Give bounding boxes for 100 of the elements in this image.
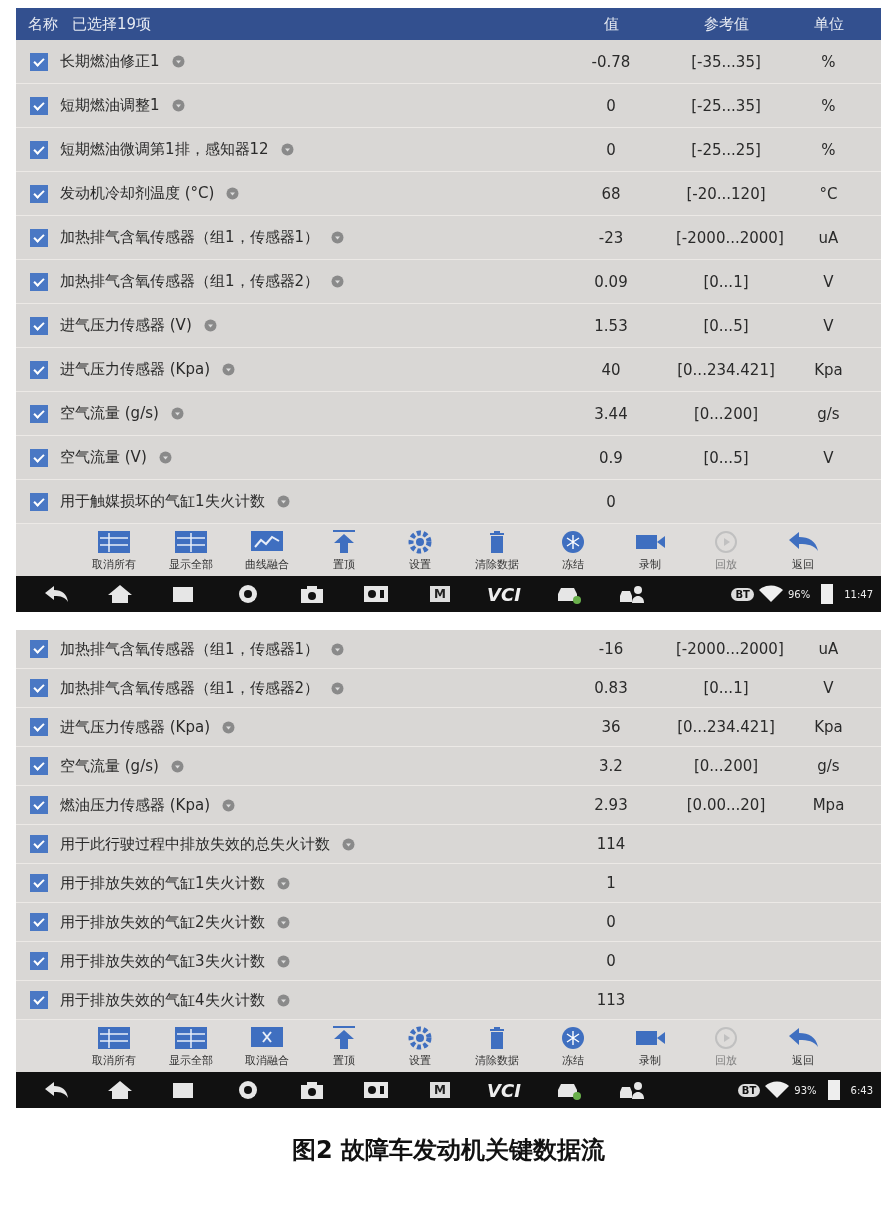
dropdown-icon[interactable] (171, 55, 185, 68)
checkbox[interactable] (30, 448, 48, 467)
dropdown-icon[interactable] (331, 275, 345, 288)
toolbar-button[interactable]: 录制 (616, 530, 683, 572)
toolbar-button[interactable]: 录制 (616, 1026, 683, 1068)
toolbar-button[interactable]: 取消所有 (81, 530, 148, 572)
dropdown-icon[interactable] (276, 495, 290, 508)
checkbox[interactable] (30, 228, 48, 247)
dropdown-icon[interactable] (222, 798, 236, 812)
checkbox[interactable] (30, 404, 48, 423)
toolbar-button[interactable]: 清除数据 (463, 530, 530, 572)
column-header: 单位 (813, 14, 844, 33)
unit-cell: Mpa (812, 796, 845, 814)
dropdown-icon[interactable] (331, 681, 345, 695)
dropdown-icon[interactable] (158, 451, 172, 464)
dropdown-icon[interactable] (222, 720, 236, 734)
parameter-name: 用于排放失效的气缸4失火计数 (60, 990, 265, 1010)
value-cell: 0 (606, 952, 616, 970)
checkbox[interactable] (30, 835, 48, 853)
dropdown-icon[interactable] (276, 876, 290, 890)
toolbar-button[interactable]: 冻结 (540, 1026, 607, 1068)
parameter-name: 用于排放失效的气缸1失火计数 (60, 873, 265, 893)
checkbox[interactable] (30, 360, 48, 379)
bluetooth-icon: BT (731, 587, 754, 601)
toolbar-button[interactable]: 清除数据 (463, 1026, 530, 1068)
dropdown-icon[interactable] (222, 363, 236, 376)
checkbox[interactable] (30, 952, 48, 970)
checkbox[interactable] (30, 679, 48, 697)
toolbar-button[interactable]: 冻结 (540, 530, 607, 572)
vci-button[interactable]: VCI (472, 1079, 536, 1101)
bluetooth-icon: BT (737, 1083, 761, 1097)
parameter-name: 进气压力传感器 (Kpa) (60, 360, 211, 379)
toolbar-button[interactable]: 置顶 (310, 1026, 377, 1068)
brightness-icon[interactable] (363, 584, 389, 604)
checkbox[interactable] (30, 718, 48, 736)
dropdown-icon[interactable] (226, 187, 240, 200)
back-icon[interactable] (43, 1080, 69, 1100)
checkbox[interactable] (30, 757, 48, 775)
value-cell: 0 (606, 492, 616, 511)
home-icon[interactable] (107, 584, 133, 604)
value-cell: 113 (596, 991, 626, 1009)
checkbox[interactable] (30, 492, 48, 511)
dropdown-icon[interactable] (171, 99, 185, 112)
checkbox[interactable] (30, 913, 48, 931)
value-cell: 68 (601, 184, 621, 203)
value-cell: 0 (606, 913, 616, 931)
table-icon (97, 530, 132, 554)
car-person-icon[interactable] (619, 584, 645, 604)
clock: 6:43 (850, 1084, 873, 1096)
checkbox[interactable] (30, 796, 48, 814)
x-chart-icon (250, 1026, 285, 1050)
dropdown-icon[interactable] (203, 319, 217, 332)
dropdown-icon[interactable] (331, 231, 345, 244)
toolbar-button[interactable]: 显示全部 (157, 1026, 224, 1068)
checkbox[interactable] (30, 96, 48, 115)
dropdown-icon[interactable] (342, 837, 355, 851)
checkbox[interactable] (30, 316, 48, 335)
toolbar-button[interactable]: 取消所有 (81, 1026, 148, 1068)
car-person-icon[interactable] (619, 1080, 645, 1100)
parameter-name: 用于触媒损坏的气缸1失火计数 (60, 492, 265, 511)
grid-icon (173, 1026, 208, 1050)
dropdown-icon[interactable] (276, 993, 290, 1007)
checkbox[interactable] (30, 874, 48, 892)
checkbox[interactable] (30, 991, 48, 1009)
toolbar-button[interactable]: 设置 (387, 1026, 454, 1068)
vci-button[interactable]: VCI (472, 583, 536, 605)
reference-cell: [-25...35] (691, 96, 761, 115)
toolbar-button[interactable]: 取消融合 (234, 1026, 301, 1068)
dropdown-icon[interactable] (331, 642, 345, 656)
dropdown-icon[interactable] (170, 759, 184, 773)
checkbox[interactable] (30, 640, 48, 658)
unit-cell: % (821, 52, 836, 71)
maxifix-button[interactable]: M (408, 1082, 472, 1098)
maxifix-button[interactable]: M (408, 586, 472, 602)
value-cell: 114 (596, 835, 626, 853)
toolbar-button[interactable]: 置顶 (310, 530, 377, 572)
checkbox[interactable] (30, 140, 48, 159)
camera-icon[interactable] (299, 584, 325, 604)
dropdown-icon[interactable] (276, 954, 290, 968)
dropdown-icon[interactable] (280, 143, 294, 156)
dropdown-icon[interactable] (170, 407, 184, 420)
reference-cell: [-25...25] (691, 140, 761, 159)
reference-cell: [0...200] (693, 757, 759, 775)
back-icon[interactable] (43, 584, 69, 604)
checkbox[interactable] (30, 52, 48, 71)
camera-icon[interactable] (299, 1080, 325, 1100)
toolbar-button[interactable]: 曲线融合 (234, 530, 301, 572)
toolbar-button[interactable]: 显示全部 (157, 530, 224, 572)
battery-percent: 96% (787, 588, 811, 600)
home-icon[interactable] (107, 1080, 133, 1100)
toolbar-button[interactable]: 设置 (387, 530, 454, 572)
checkbox[interactable] (30, 184, 48, 203)
toolbar-button[interactable]: 返回 (769, 1026, 836, 1068)
parameter-name: 用于此行驶过程中排放失效的总失火计数 (60, 834, 330, 854)
checkbox[interactable] (30, 272, 48, 291)
brightness-icon[interactable] (363, 1080, 389, 1100)
toolbar-button[interactable]: 返回 (769, 530, 836, 572)
parameter-name: 燃油压力传感器 (Kpa) (60, 795, 211, 815)
unit-cell: % (821, 140, 836, 159)
dropdown-icon[interactable] (276, 915, 290, 929)
